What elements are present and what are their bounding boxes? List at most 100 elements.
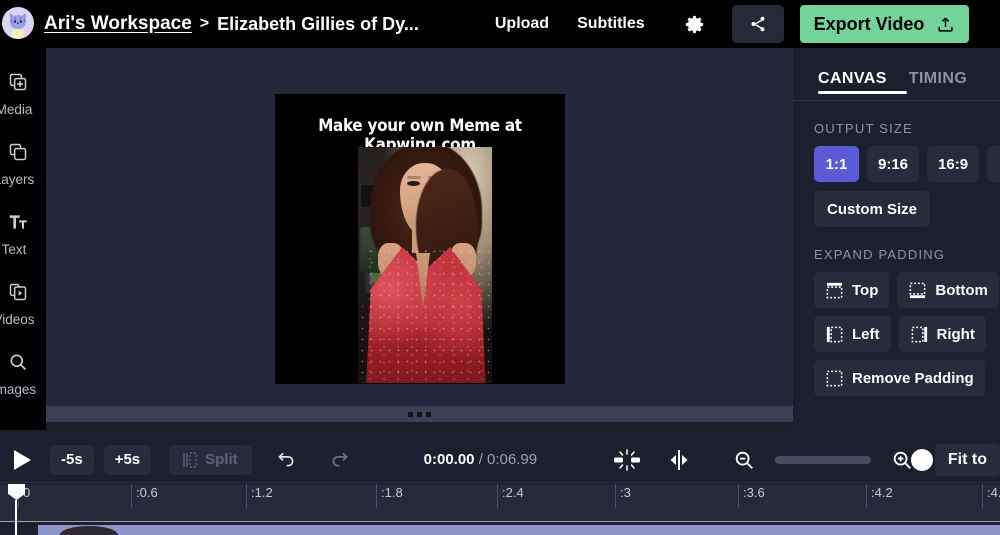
pad-bottom-icon — [909, 282, 926, 298]
sidebar-item-text[interactable]: Text — [0, 212, 46, 282]
flip-button[interactable] — [657, 442, 701, 478]
tab-timing[interactable]: TIMING — [909, 70, 967, 100]
settings-button[interactable] — [671, 7, 718, 42]
ruler-tick: :4.2 — [866, 484, 893, 508]
padding-right-button[interactable]: Right — [898, 316, 986, 352]
video-canvas[interactable]: Make your own Meme at Kapwing.com — [275, 94, 565, 384]
current-time: 0:00.00 — [423, 451, 475, 468]
fit-horizontal-icon — [614, 448, 641, 471]
redo-icon — [332, 452, 348, 467]
ruler-tick: :1.8 — [376, 484, 403, 508]
subject-eye-left — [407, 181, 420, 186]
timeline-clip[interactable] — [38, 525, 1000, 535]
breadcrumb-workspace[interactable]: Ari's Workspace — [44, 13, 192, 35]
upload-icon — [938, 17, 953, 32]
zoom-in-icon — [893, 451, 911, 469]
sidebar-item-videos[interactable]: Videos — [0, 282, 46, 352]
panel-resize-handle[interactable] — [46, 406, 793, 422]
padding-bottom-button[interactable]: Bottom — [897, 272, 999, 308]
forward-5s-button[interactable]: +5s — [103, 444, 152, 475]
ruler-tick: :3.6 — [738, 484, 765, 508]
timeline-zoom-slider[interactable] — [775, 448, 934, 471]
ruler-baseline — [0, 521, 1000, 522]
avatar[interactable] — [2, 7, 34, 39]
output-size-options: 1:1 9:16 16:9 4 — [793, 146, 1000, 182]
undo-icon — [277, 452, 294, 467]
sidebar-item-images[interactable]: Images — [0, 352, 46, 422]
timeline-ruler[interactable]: 0 :0.6 :1.2 :1.8 :2.4 :3 :3.6 :4.2 :4.8 — [0, 484, 1000, 522]
fit-to-button[interactable]: Fit to — [934, 443, 1000, 476]
ruler-tick: :3 — [615, 484, 631, 508]
ratio-option-9-16[interactable]: 9:16 — [867, 146, 920, 182]
padding-left-button[interactable]: Left — [814, 316, 891, 352]
pad-right-icon — [911, 326, 927, 342]
pad-left-icon — [826, 326, 843, 342]
play-button[interactable] — [4, 443, 40, 477]
ruler-tick: :4.8 — [982, 484, 1000, 508]
sidebar-item-media[interactable]: Media — [0, 72, 46, 142]
padding-bottom-label: Bottom — [935, 281, 988, 299]
subtitles-button[interactable]: Subtitles — [563, 7, 659, 41]
tab-canvas[interactable]: CANVAS — [818, 70, 887, 100]
playhead[interactable] — [8, 484, 25, 535]
share-icon — [751, 16, 765, 32]
pad-top-icon — [826, 282, 843, 298]
breadcrumb-project-title[interactable]: Elizabeth Gillies of Dy... — [217, 14, 419, 35]
ruler-tick: :0.6 — [131, 484, 158, 508]
remove-padding-button[interactable]: Remove Padding — [814, 360, 985, 396]
top-bar: Ari's Workspace > Elizabeth Gillies of D… — [0, 0, 1000, 48]
breadcrumb: Ari's Workspace > Elizabeth Gillies of D… — [44, 13, 419, 35]
playhead-line — [15, 500, 17, 535]
zoom-slider-knob[interactable] — [911, 448, 934, 471]
output-size-title: OUTPUT SIZE — [814, 121, 913, 136]
total-time: 0:06.99 — [487, 451, 538, 468]
pad-remove-icon — [826, 370, 843, 386]
share-button[interactable] — [731, 5, 784, 43]
padding-top-label: Top — [852, 281, 879, 299]
expand-padding-title: EXPAND PADDING — [814, 247, 946, 262]
redo-button[interactable] — [319, 443, 360, 476]
ratio-option-16-9[interactable]: 16:9 — [927, 146, 980, 182]
layers-icon — [8, 142, 28, 167]
ratio-option-1-1[interactable]: 1:1 — [814, 146, 859, 182]
cat-avatar-icon — [10, 13, 26, 39]
top-actions: Upload Subtitles Export Video — [481, 5, 970, 43]
gear-icon — [685, 15, 703, 33]
export-video-button[interactable]: Export Video — [799, 5, 970, 43]
padding-row-2: Left Right — [793, 316, 1000, 352]
custom-size-button[interactable]: Custom Size — [814, 191, 931, 227]
sidebar-item-layers[interactable]: Layers — [0, 142, 46, 212]
handle-dot — [426, 411, 431, 417]
flip-icon — [670, 449, 688, 470]
export-video-label: Export Video — [813, 13, 925, 34]
panel-divider — [793, 100, 1000, 101]
split-label: Split — [205, 451, 238, 468]
split-icon — [183, 451, 197, 468]
timeline: 0 :0.6 :1.2 :1.8 :2.4 :3 :3.6 :4.2 :4.8 — [0, 484, 1000, 535]
time-divider: / — [478, 451, 483, 468]
ratio-option-4[interactable]: 4 — [987, 146, 1000, 182]
play-icon — [14, 449, 31, 470]
timecode-display: 0:00.00 / 0:06.99 — [424, 451, 537, 468]
padding-row-3: Remove Padding — [793, 360, 1000, 396]
padding-right-label: Right — [936, 325, 975, 343]
video-preview-frame[interactable] — [358, 147, 492, 383]
fit-horizontal-button[interactable] — [603, 442, 651, 478]
padding-row-1: Top Bottom — [793, 272, 1000, 308]
sidebar-item-text-label: Text — [1, 242, 27, 257]
zoom-out-icon — [735, 451, 753, 469]
handle-dot — [417, 411, 422, 417]
sidebar-item-media-label: Media — [0, 102, 33, 117]
zoom-out-button[interactable] — [723, 443, 765, 477]
sidebar-item-videos-label: Videos — [0, 312, 35, 327]
playhead-handle[interactable] — [8, 484, 25, 500]
right-panel: CANVAS TIMING OUTPUT SIZE 1:1 9:16 16:9 … — [793, 48, 1000, 430]
padding-top-button[interactable]: Top — [814, 272, 890, 308]
canvas-stage: Make your own Meme at Kapwing.com — [46, 48, 793, 422]
split-button[interactable]: Split — [169, 444, 252, 475]
media-plus-icon — [8, 72, 28, 97]
back-5s-button[interactable]: -5s — [50, 444, 94, 475]
upload-button[interactable]: Upload — [481, 7, 563, 41]
undo-button[interactable] — [266, 443, 307, 476]
text-icon — [7, 212, 29, 237]
